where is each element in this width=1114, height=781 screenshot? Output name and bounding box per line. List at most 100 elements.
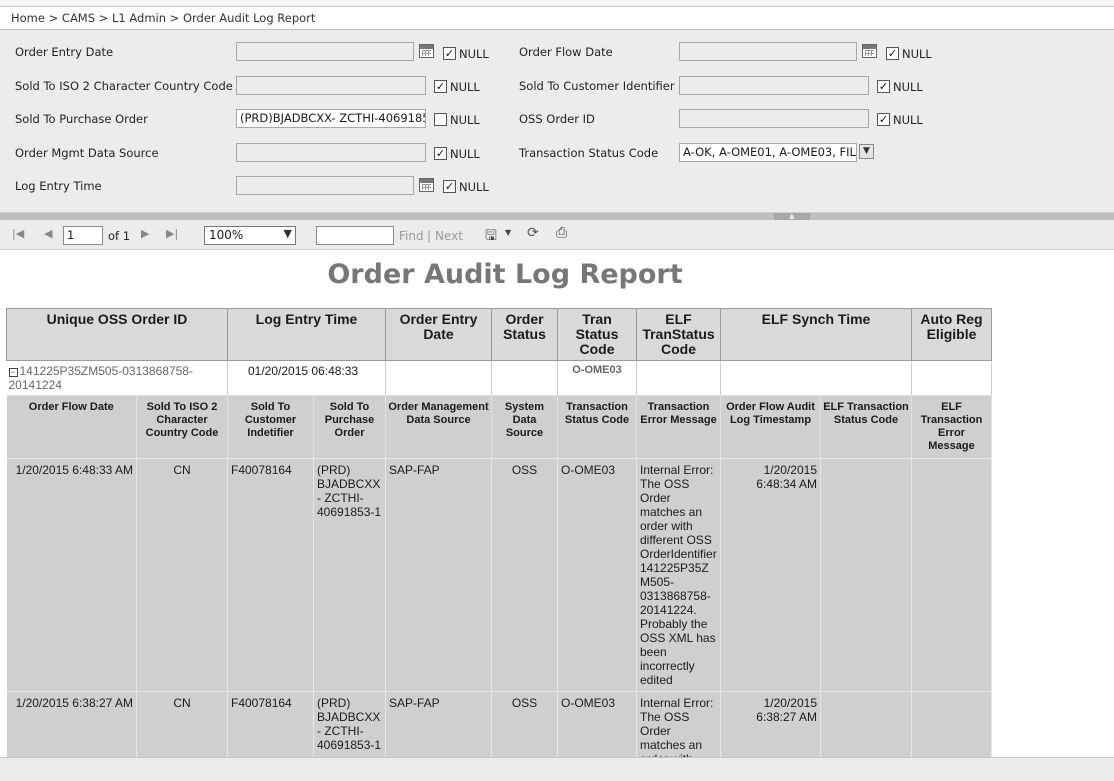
zoom-value: 100% [209,228,244,242]
group-row: −141225P35ZM505-0313868758-20141224 01/2… [6,360,992,396]
detail-header: Order Flow Audit Log Timestamp [720,395,821,459]
export-icon[interactable]: 🖫 [485,225,497,249]
customer-cell: F40078164 [227,691,314,757]
next-link[interactable]: Next [435,229,463,243]
group-header-row: Unique OSS Order ID Log Entry Time Order… [6,308,992,361]
group-tran-status: O-OME03 [557,360,637,396]
sold-to-country-null-checkbox[interactable]: ✓ [434,80,447,93]
mgmt-source-cell: SAP-FAP [385,691,492,757]
column-header[interactable]: Order Status [491,308,558,361]
column-header[interactable]: Unique OSS Order ID [6,308,228,361]
column-header[interactable]: Log Entry Time [227,308,386,361]
calendar-icon[interactable] [862,44,877,58]
detail-header: System Data Source [491,395,558,459]
mgmt-data-source-null-checkbox[interactable]: ✓ [434,147,447,160]
column-header[interactable]: ELF Synch Time [720,308,912,361]
elf-error-cell [911,458,992,692]
group-log-entry-time: 01/20/2015 06:48:33 [227,360,386,396]
country-cell: CN [136,458,228,692]
column-header[interactable]: Auto Reg Eligible [911,308,992,361]
sold-to-country-input[interactable] [236,76,426,95]
splitter-bar[interactable] [0,213,1114,220]
status-bar [0,757,1114,781]
group-order-id-cell[interactable]: −141225P35ZM505-0313868758-20141224 [6,360,228,396]
table-row: 1/20/2015 6:38:27 AM CN F40078164 (PRD) … [6,691,992,757]
order-entry-date-input[interactable] [236,42,414,61]
order-id: 141225P35ZM505-0313868758-20141224 [8,364,193,392]
sold-to-customer-input[interactable] [679,76,869,95]
tran-status-cell: O-OME03 [557,458,637,692]
group-auto-reg [911,360,992,396]
country-cell: CN [136,691,228,757]
report-title: Order Audit Log Report [327,259,683,290]
find-input[interactable] [316,226,394,245]
po-cell: (PRD) BJADBCXX - ZCTHI-40691853-1 [313,691,386,757]
system-source-cell: OSS [491,691,558,757]
report-viewer: Order Audit Log Report Unique OSS Order … [0,251,1114,757]
last-page-icon[interactable]: ▶| [166,227,178,240]
print-icon[interactable]: ⎙ [556,225,567,241]
sold-to-po-input[interactable]: (PRD)BJADBCXX- ZCTHI-40691853 [236,109,426,128]
system-source-cell: OSS [491,458,558,692]
elf-status-cell [820,691,912,757]
mgmt-data-source-label: Order Mgmt Data Source [15,146,159,160]
export-dropdown-icon[interactable]: ▼ [505,228,511,237]
null-label: NULL [450,147,480,161]
customer-cell: F40078164 [227,458,314,692]
detail-header: Sold To ISO 2 Character Country Code [136,395,228,459]
log-entry-time-null-checkbox[interactable]: ✓ [443,180,456,193]
oss-order-id-null-checkbox[interactable]: ✓ [877,113,890,126]
zoom-select[interactable]: 100% ▼ [204,226,296,245]
calendar-icon[interactable] [419,44,434,58]
top-frame-bar [0,0,1114,7]
detail-header: Sold To Customer Indetifier [227,395,314,459]
group-elf-synch-time [720,360,912,396]
null-label: NULL [450,80,480,94]
column-header[interactable]: Order Entry Date [385,308,492,361]
breadcrumb: Home > CAMS > L1 Admin > Order Audit Log… [0,7,1114,30]
parameters-panel: Order Entry Date ✓ NULL Order Flow Date … [0,30,1114,213]
first-page-icon[interactable]: |◀ [12,227,24,240]
page-number-input[interactable]: 1 [63,226,103,245]
transaction-status-label: Transaction Status Code [519,146,659,160]
next-page-icon[interactable]: ▶ [141,227,149,240]
mgmt-data-source-input[interactable] [236,143,426,162]
flow-date-cell: 1/20/2015 6:38:27 AM [6,691,137,757]
order-flow-date-input[interactable] [679,42,857,61]
report-toolbar: |◀ ◀ 1 of 1 ▶ ▶| 100% ▼ Find | Next 🖫 ▼ … [0,220,1114,250]
null-label: NULL [893,80,923,94]
tran-status-cell: O-OME03 [557,691,637,757]
error-msg-cell: Internal Error: The OSS Order matches an… [636,691,721,757]
detail-header: Sold To Purchase Order [313,395,386,459]
sold-to-po-null-checkbox[interactable] [434,113,447,126]
refresh-icon[interactable]: ⟳ [527,225,539,241]
transaction-status-select[interactable]: A-OK, A-OME01, A-OME03, FIL [679,143,857,162]
find-link[interactable]: Find [399,229,424,243]
group-elf-tran-status [636,360,721,396]
null-label: NULL [450,113,480,127]
previous-page-icon[interactable]: ◀ [44,227,52,240]
detail-header: Transaction Error Message [636,395,721,459]
audit-ts-cell: 1/20/2015 6:48:34 AM [720,458,821,692]
flow-date-cell: 1/20/2015 6:48:33 AM [6,458,137,692]
oss-order-id-input[interactable] [679,109,869,128]
collapse-icon[interactable]: − [8,368,18,377]
log-entry-time-input[interactable] [236,176,414,195]
sold-to-country-label: Sold To ISO 2 Character Country Code [15,79,233,93]
group-order-entry-date [385,360,492,396]
order-flow-date-null-checkbox[interactable]: ✓ [886,47,899,60]
chevron-down-icon: ▼ [283,227,292,240]
detail-header: Transaction Status Code [557,395,637,459]
error-msg-cell: Internal Error: The OSS Order matches an… [636,458,721,692]
order-entry-date-null-checkbox[interactable]: ✓ [443,47,456,60]
sold-to-customer-null-checkbox[interactable]: ✓ [877,80,890,93]
collapse-handle[interactable]: ▲ [774,213,810,220]
calendar-icon[interactable] [419,178,434,192]
column-header[interactable]: ELF TranStatus Code [636,308,721,361]
po-cell: (PRD) BJADBCXX - ZCTHI-40691853-1 [313,458,386,692]
chevron-down-icon[interactable]: ▼ [859,144,874,159]
order-entry-date-label: Order Entry Date [15,45,114,59]
column-header[interactable]: Tran Status Code [557,308,637,361]
detail-header: Order Management Data Source [385,395,492,459]
audit-ts-cell: 1/20/2015 6:38:27 AM [720,691,821,757]
